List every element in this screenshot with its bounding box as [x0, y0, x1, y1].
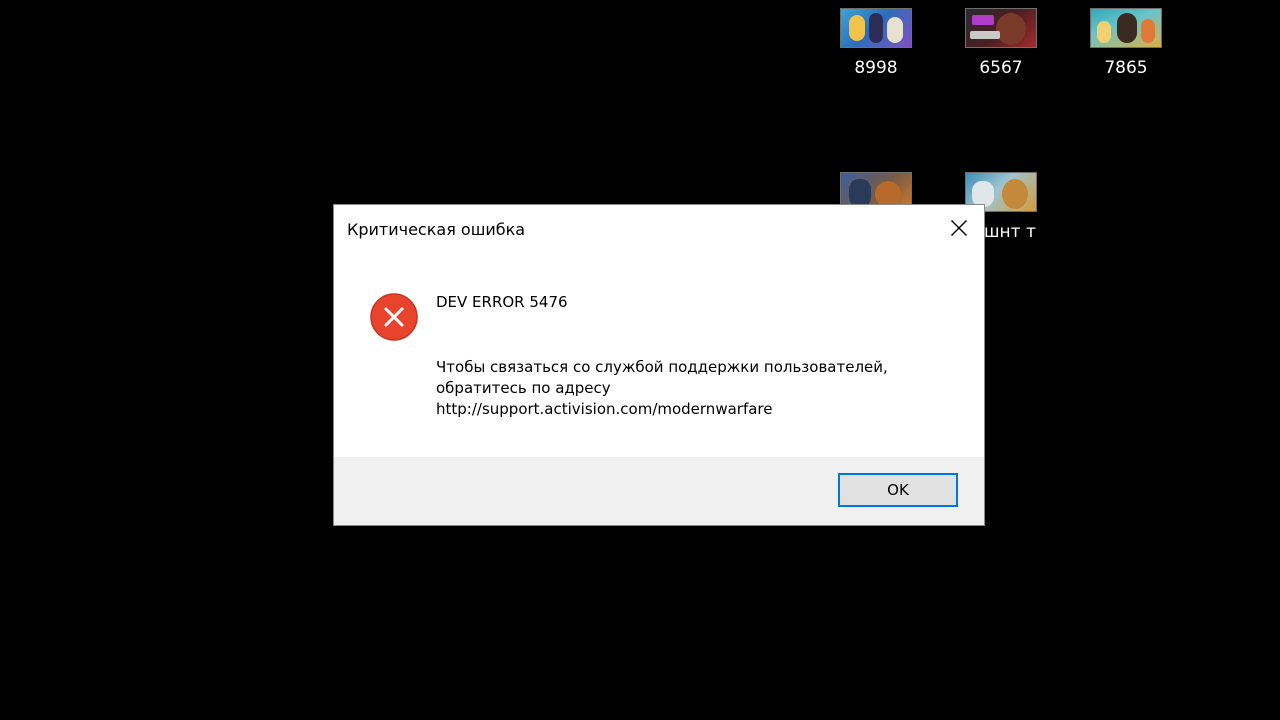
- error-code: DEV ERROR 5476: [436, 293, 568, 311]
- desktop-icon-label: 6567: [979, 58, 1023, 78]
- fortnite-thumbnail: [840, 8, 912, 48]
- support-url: http://support.activision.com/modernwarf…: [436, 400, 773, 418]
- error-icon: [370, 293, 418, 341]
- dialog-footer: OK: [334, 457, 984, 525]
- message-line: Чтобы связаться со службой поддержки пол…: [436, 358, 888, 376]
- ok-button[interactable]: OK: [838, 473, 958, 507]
- close-icon: [951, 220, 967, 236]
- game-thumbnail: [1090, 8, 1162, 48]
- desktop: 8998 6567 7865 шнт т Критическая ошибка …: [0, 0, 1280, 720]
- desktop-icon-6567[interactable]: 6567: [946, 8, 1056, 78]
- desktop-icon-label: 8998: [854, 58, 898, 78]
- warzone-thumbnail: [965, 8, 1037, 48]
- close-button[interactable]: [944, 215, 974, 241]
- error-message: Чтобы связаться со службой поддержки пол…: [436, 357, 956, 420]
- dialog-title: Критическая ошибка: [347, 220, 526, 239]
- error-dialog: Критическая ошибка DEV ERROR 5476 Чтобы …: [334, 205, 984, 525]
- desktop-icon-7865[interactable]: 7865: [1071, 8, 1181, 78]
- desktop-icon-8998[interactable]: 8998: [821, 8, 931, 78]
- message-line: обратитесь по адресу: [436, 379, 611, 397]
- desktop-icon-label: 7865: [1104, 58, 1148, 78]
